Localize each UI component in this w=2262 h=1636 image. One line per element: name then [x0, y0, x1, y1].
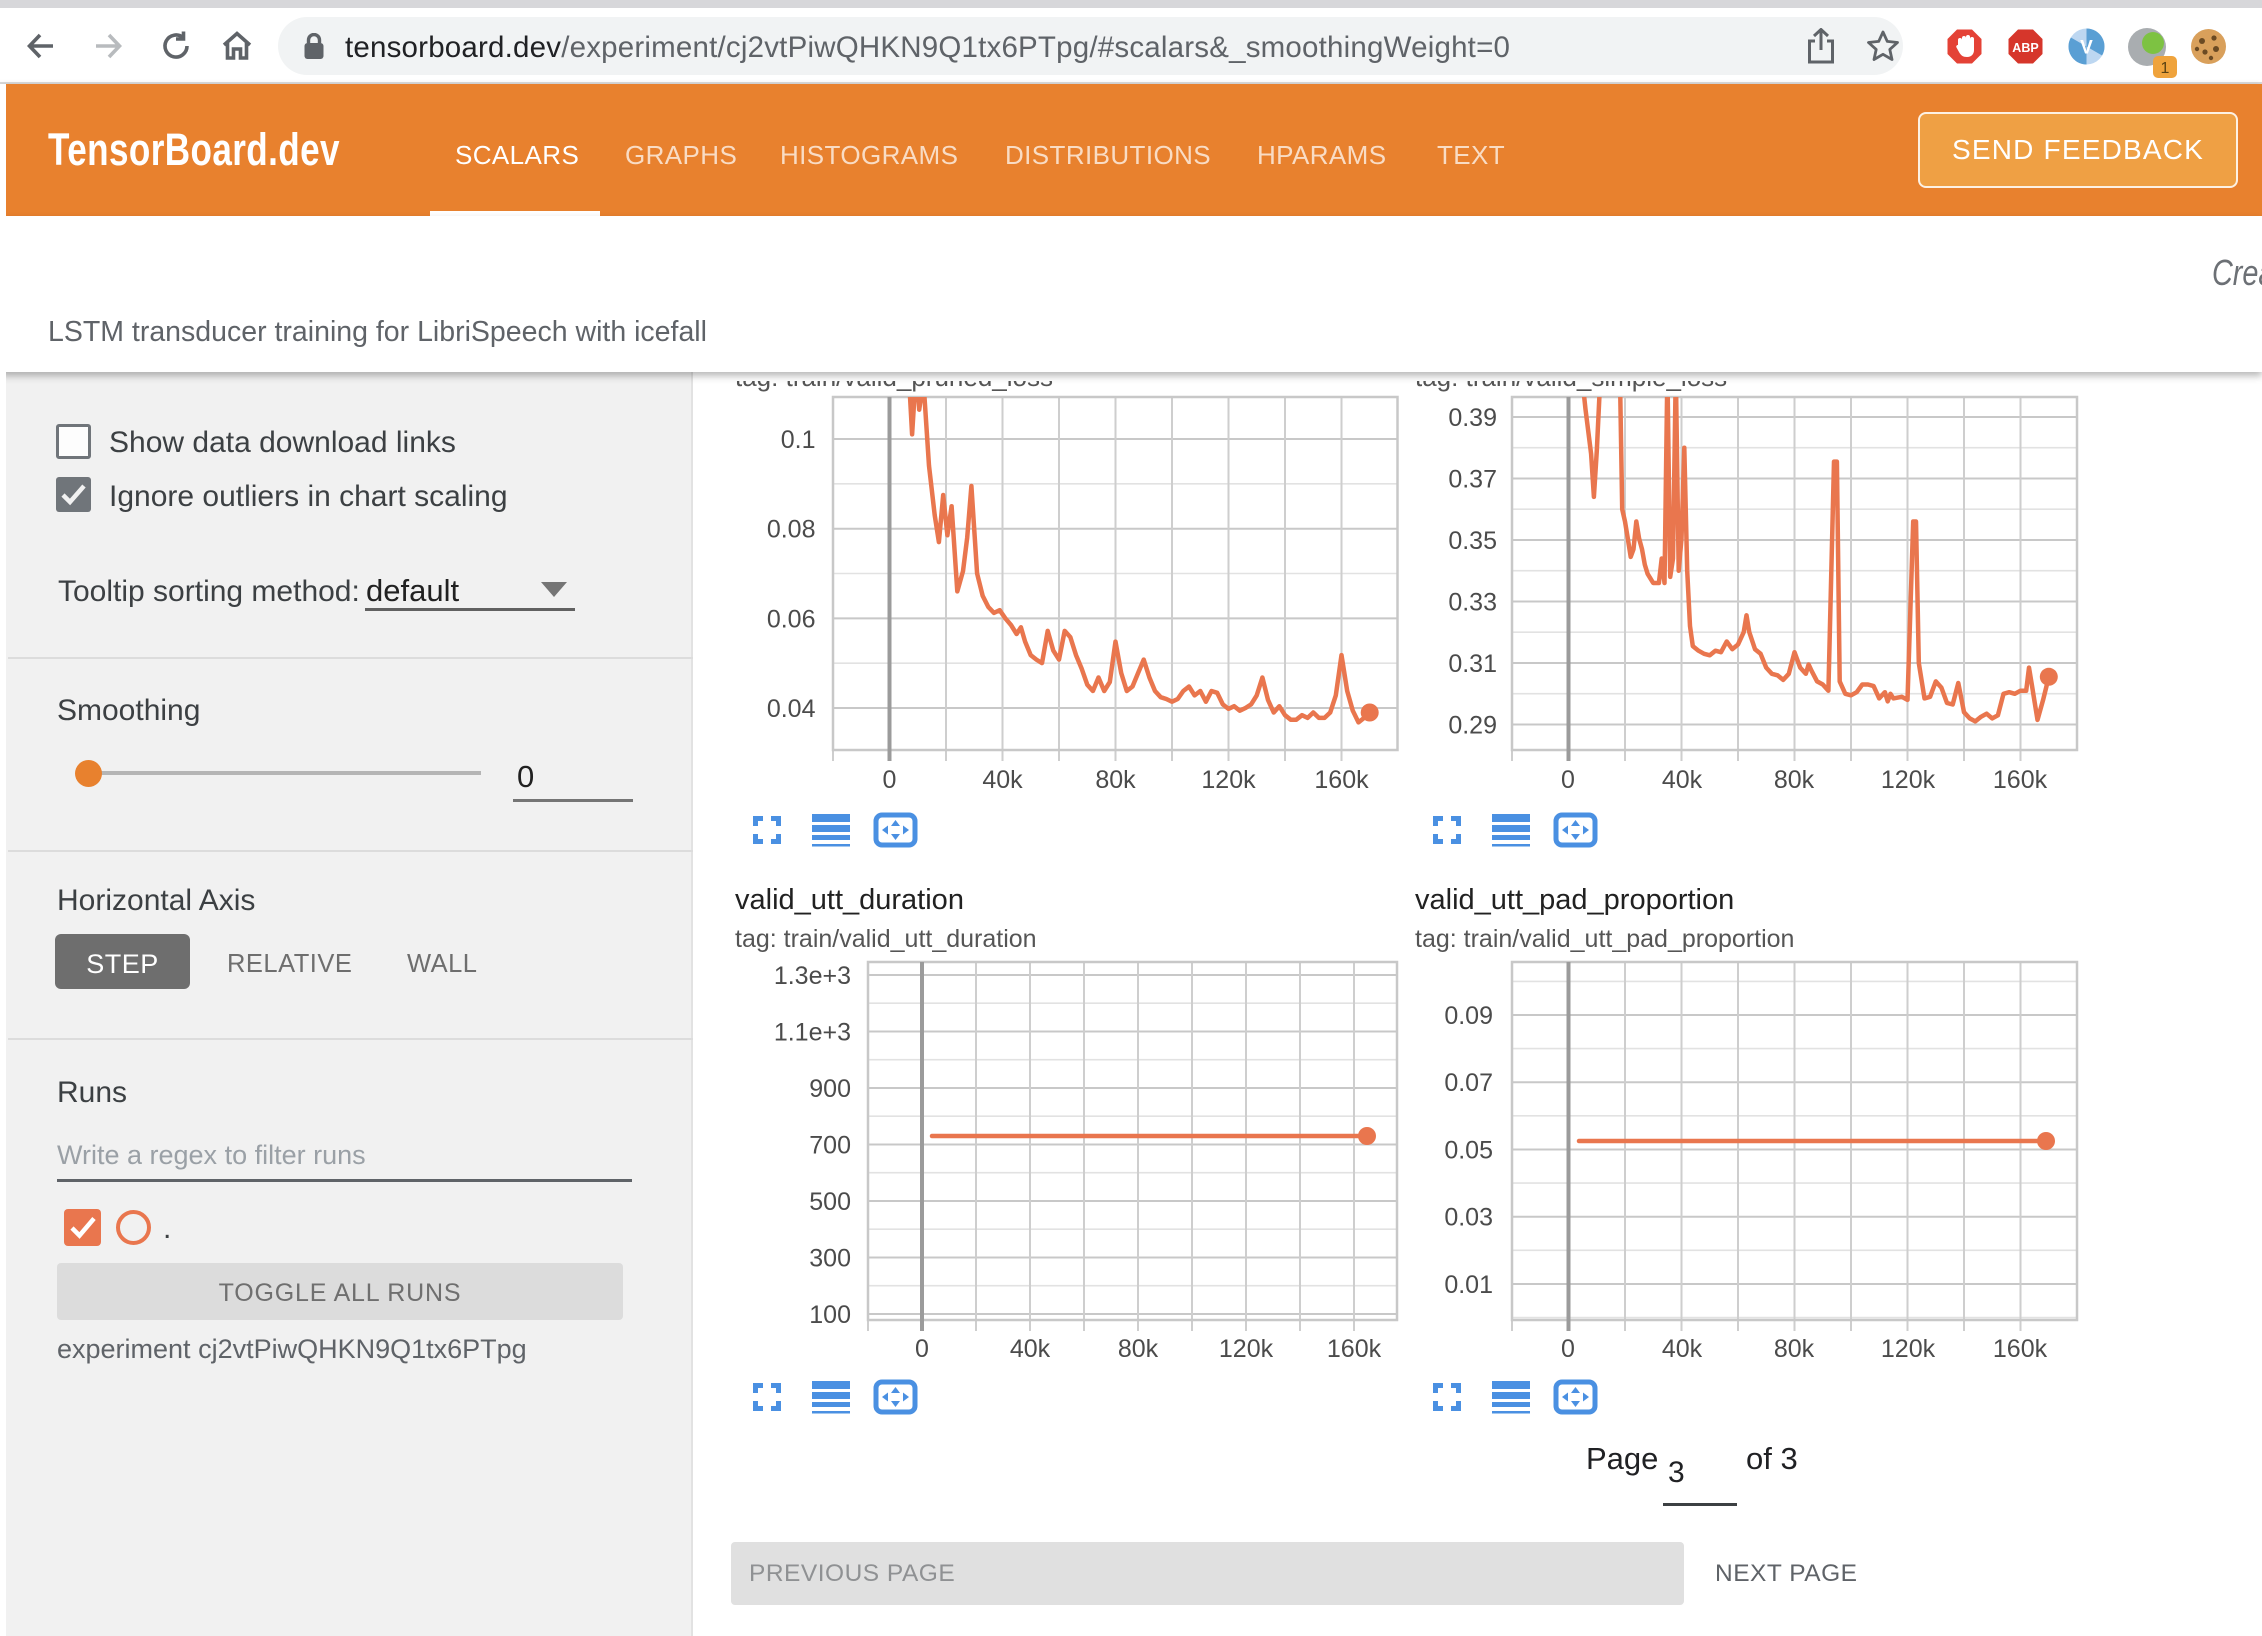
svg-text:160k: 160k [1993, 766, 2048, 794]
svg-text:700: 700 [809, 1132, 851, 1160]
svg-text:V: V [2080, 38, 2093, 59]
svg-text:0.09: 0.09 [1444, 1002, 1493, 1030]
svg-text:160k: 160k [1314, 766, 1369, 794]
svg-text:80k: 80k [1118, 1335, 1159, 1363]
svg-text:80k: 80k [1095, 766, 1136, 794]
svg-text:160k: 160k [1993, 1335, 2048, 1363]
svg-text:160k: 160k [1327, 1335, 1382, 1363]
svg-text:120k: 120k [1219, 1335, 1274, 1363]
svg-text:120k: 120k [1881, 766, 1936, 794]
svg-text:1.3e+3: 1.3e+3 [774, 962, 851, 990]
svg-text:0: 0 [1561, 1335, 1575, 1363]
svg-text:1: 1 [2161, 60, 2170, 77]
svg-text:80k: 80k [1774, 766, 1815, 794]
svg-text:ABP: ABP [2012, 41, 2038, 55]
svg-text:0.05: 0.05 [1444, 1137, 1493, 1165]
svg-text:40k: 40k [1662, 766, 1703, 794]
svg-text:500: 500 [809, 1188, 851, 1216]
svg-text:0.37: 0.37 [1448, 466, 1497, 494]
svg-text:0.03: 0.03 [1444, 1204, 1493, 1232]
svg-text:0: 0 [882, 766, 896, 794]
svg-text:0: 0 [915, 1335, 929, 1363]
svg-text:0.06: 0.06 [766, 605, 815, 633]
svg-text:0.1: 0.1 [780, 426, 815, 454]
svg-text:120k: 120k [1881, 1335, 1936, 1363]
svg-text:0.33: 0.33 [1448, 589, 1497, 617]
svg-text:0.29: 0.29 [1448, 712, 1497, 740]
svg-text:40k: 40k [1010, 1335, 1051, 1363]
svg-text:100: 100 [809, 1301, 851, 1329]
svg-text:0.31: 0.31 [1448, 650, 1497, 678]
svg-text:0.04: 0.04 [766, 695, 815, 723]
svg-text:0.08: 0.08 [766, 516, 815, 544]
svg-text:0.35: 0.35 [1448, 527, 1497, 555]
svg-text:40k: 40k [1662, 1335, 1703, 1363]
svg-text:0.39: 0.39 [1448, 404, 1497, 432]
svg-text:1.1e+3: 1.1e+3 [774, 1019, 851, 1047]
svg-text:40k: 40k [982, 766, 1023, 794]
svg-text:300: 300 [809, 1245, 851, 1273]
svg-text:120k: 120k [1201, 766, 1256, 794]
svg-text:900: 900 [809, 1075, 851, 1103]
svg-text:80k: 80k [1774, 1335, 1815, 1363]
svg-text:0.01: 0.01 [1444, 1271, 1493, 1299]
svg-text:0: 0 [1561, 766, 1575, 794]
svg-text:0.07: 0.07 [1444, 1069, 1493, 1097]
